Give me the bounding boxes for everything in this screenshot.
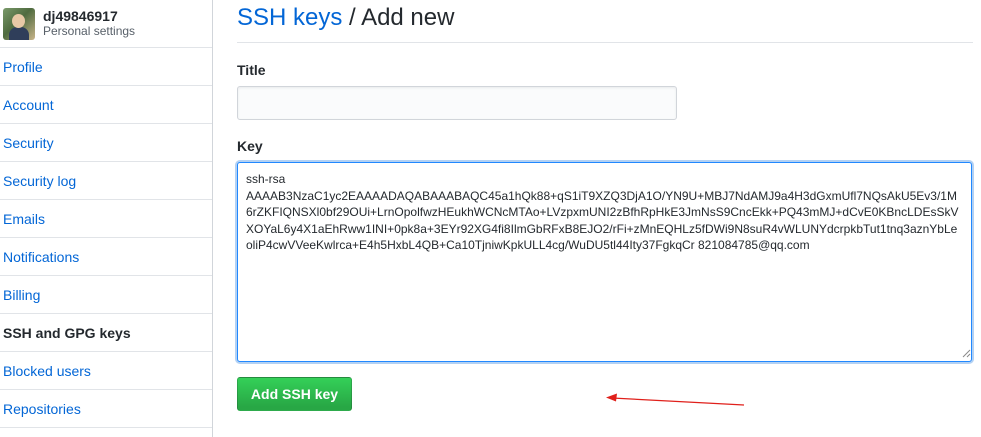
breadcrumb-separator: / <box>342 4 362 31</box>
title-label: Title <box>237 62 266 78</box>
main-content: SSH keys / Add new Title Key ssh-rsa AAA… <box>237 0 973 411</box>
sidebar-item-notifications[interactable]: Notifications <box>0 238 212 276</box>
page-title: SSH keys / Add new <box>237 0 973 43</box>
settings-subtitle: Personal settings <box>43 24 136 39</box>
sidebar-item-security-log[interactable]: Security log <box>0 162 212 200</box>
add-ssh-key-button[interactable]: Add SSH key <box>237 377 352 411</box>
sidebar-item-blocked-users[interactable]: Blocked users <box>0 352 212 390</box>
breadcrumb-current: Add new <box>361 4 455 31</box>
sidebar-item-profile[interactable]: Profile <box>0 48 212 86</box>
annotation-arrow-icon <box>606 393 745 406</box>
profile-text: dj49846917 Personal settings <box>43 8 135 39</box>
username[interactable]: dj49846917 <box>43 8 135 24</box>
key-label: Key <box>237 138 263 154</box>
sidebar-item-ssh-gpg-keys[interactable]: SSH and GPG keys <box>0 314 212 352</box>
title-input[interactable] <box>237 86 677 120</box>
settings-sidebar: dj49846917 Personal settings Profile Acc… <box>0 0 213 437</box>
sidebar-item-account[interactable]: Account <box>0 86 212 124</box>
breadcrumb-ssh-keys-link[interactable]: SSH keys <box>237 4 342 31</box>
sidebar-item-repositories[interactable]: Repositories <box>0 390 212 428</box>
avatar[interactable] <box>3 7 35 40</box>
profile-header[interactable]: dj49846917 Personal settings <box>0 0 212 48</box>
key-textarea[interactable]: ssh-rsa AAAAB3NzaC1yc2EAAAADAQABAAABAQC4… <box>237 162 972 362</box>
sidebar-item-security[interactable]: Security <box>0 124 212 162</box>
sidebar-item-billing[interactable]: Billing <box>0 276 212 314</box>
sidebar-item-emails[interactable]: Emails <box>0 200 212 238</box>
